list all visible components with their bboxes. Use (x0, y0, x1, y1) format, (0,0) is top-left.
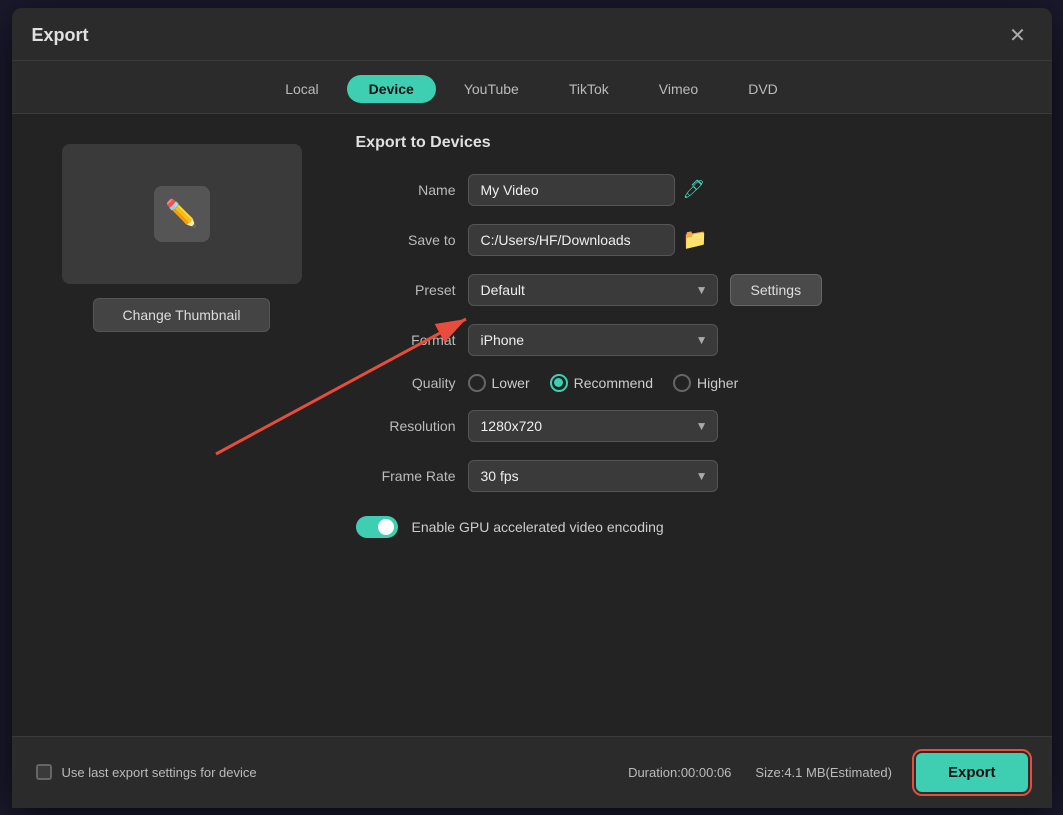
name-label: Name (356, 182, 456, 198)
export-button[interactable]: Export (916, 753, 1028, 792)
frame-rate-label: Frame Rate (356, 468, 456, 484)
settings-button[interactable]: Settings (730, 274, 823, 306)
gpu-toggle[interactable] (356, 516, 398, 538)
size-info: Size:4.1 MB(Estimated) (755, 765, 892, 780)
toggle-thumb (378, 519, 394, 535)
name-input[interactable] (468, 174, 675, 206)
format-row: Format iPhone ▼ (356, 324, 1032, 356)
quality-recommend-option[interactable]: Recommend (550, 374, 653, 392)
folder-icon[interactable]: 📁 (683, 227, 708, 252)
dialog-footer: Use last export settings for device Dura… (12, 736, 1052, 808)
frame-rate-select-wrap: 30 fps ▼ (468, 460, 718, 492)
save-to-label: Save to (356, 232, 456, 248)
section-title: Export to Devices (356, 134, 1032, 152)
frame-rate-select[interactable]: 30 fps (468, 460, 718, 492)
resolution-label: Resolution (356, 418, 456, 434)
preset-select-wrap: Default ▼ (468, 274, 718, 306)
thumbnail-panel: ✏️ Change Thumbnail (32, 134, 332, 736)
close-button[interactable]: ✕ (1004, 22, 1032, 50)
dialog-body: ✏️ Change Thumbnail Export to Devices Na… (12, 114, 1052, 736)
footer-left: Use last export settings for device (36, 764, 257, 780)
last-settings-checkbox[interactable] (36, 764, 52, 780)
resolution-row: Resolution 1280x720 ▼ (356, 410, 1032, 442)
thumbnail-preview: ✏️ (62, 144, 302, 284)
preset-row: Preset Default ▼ Settings (356, 274, 1032, 306)
quality-higher-label: Higher (697, 375, 738, 391)
resolution-select-wrap: 1280x720 ▼ (468, 410, 718, 442)
quality-lower-label: Lower (492, 375, 530, 391)
quality-lower-radio[interactable] (468, 374, 486, 392)
tab-tiktok[interactable]: TikTok (547, 75, 631, 103)
name-row: Name 🖊 (356, 174, 1032, 206)
gpu-row: Enable GPU accelerated video encoding (356, 516, 1032, 538)
tab-local[interactable]: Local (263, 75, 340, 103)
ai-icon[interactable]: 🖊 (683, 179, 706, 200)
last-settings-label: Use last export settings for device (62, 765, 257, 780)
tab-youtube[interactable]: YouTube (442, 75, 541, 103)
quality-higher-radio[interactable] (673, 374, 691, 392)
thumbnail-edit-icon: ✏️ (154, 186, 210, 242)
settings-panel: Export to Devices Name 🖊 Save to 📁 Pr (356, 134, 1032, 736)
quality-lower-option[interactable]: Lower (468, 374, 530, 392)
format-select[interactable]: iPhone (468, 324, 718, 356)
gpu-label: Enable GPU accelerated video encoding (412, 519, 664, 535)
tab-bar: Local Device YouTube TikTok Vimeo DVD (12, 61, 1052, 114)
tab-dvd[interactable]: DVD (726, 75, 800, 103)
export-dialog: Export ✕ Local Device YouTube TikTok Vim… (12, 8, 1052, 808)
duration-info: Duration:00:00:06 (628, 765, 731, 780)
quality-label: Quality (356, 375, 456, 391)
save-to-input[interactable] (468, 224, 675, 256)
quality-recommend-radio[interactable] (550, 374, 568, 392)
format-label: Format (356, 332, 456, 348)
footer-right: Duration:00:00:06 Size:4.1 MB(Estimated)… (628, 753, 1027, 792)
tab-device[interactable]: Device (347, 75, 436, 103)
dialog-header: Export ✕ (12, 8, 1052, 61)
resolution-select[interactable]: 1280x720 (468, 410, 718, 442)
quality-higher-option[interactable]: Higher (673, 374, 738, 392)
dialog-title: Export (32, 25, 89, 46)
save-to-row: Save to 📁 (356, 224, 1032, 256)
quality-row: Quality Lower Recommend Higher (356, 374, 1032, 392)
change-thumbnail-button[interactable]: Change Thumbnail (93, 298, 269, 332)
quality-options: Lower Recommend Higher (468, 374, 739, 392)
preset-label: Preset (356, 282, 456, 298)
preset-select[interactable]: Default (468, 274, 718, 306)
tab-vimeo[interactable]: Vimeo (637, 75, 720, 103)
save-to-input-row: 📁 (468, 224, 708, 256)
format-select-wrap: iPhone ▼ (468, 324, 718, 356)
name-input-row: 🖊 (468, 174, 706, 206)
quality-recommend-label: Recommend (574, 375, 653, 391)
frame-rate-row: Frame Rate 30 fps ▼ (356, 460, 1032, 492)
